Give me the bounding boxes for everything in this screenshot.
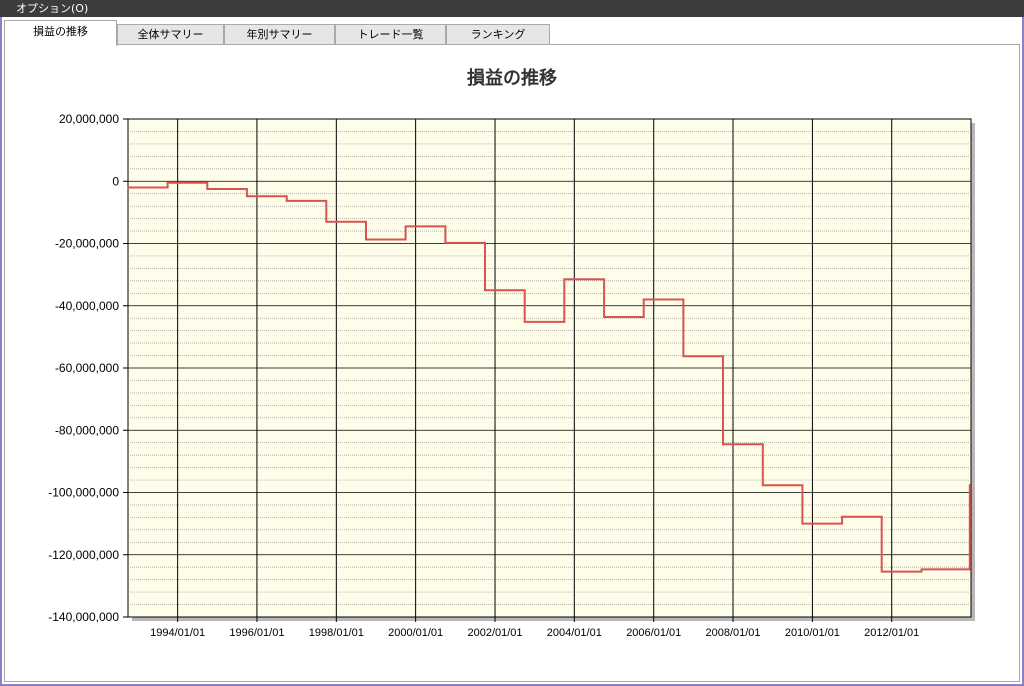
pl-point [246, 195, 248, 197]
pl-point [880, 570, 883, 573]
pl-point [325, 220, 328, 223]
pl-point [206, 188, 209, 190]
pl-point [166, 182, 169, 184]
y-tick-label: -140,000,000 [48, 610, 119, 624]
tab-pl-trend[interactable]: 損益の推移 [4, 20, 117, 46]
pl-point [682, 355, 685, 358]
y-tick-label: -120,000,000 [48, 548, 119, 562]
pl-point [563, 278, 566, 281]
x-tick-label: 2006/01/01 [626, 627, 681, 639]
pl-point [841, 516, 843, 518]
pl-trend-chart: 損益の推移 20,000,000 0 -20,000,000 -40,000,000 -… [48, 67, 975, 639]
pl-point [722, 443, 724, 446]
x-tick-label: 2012/01/01 [864, 627, 919, 639]
window-frame-left [0, 17, 2, 686]
x-tick-label: 1994/01/01 [150, 627, 205, 639]
y-tick-label: -80,000,000 [55, 423, 119, 437]
x-tick-label: 2000/01/01 [388, 627, 443, 639]
y-tick-label: -100,000,000 [48, 486, 119, 500]
pl-point [285, 200, 288, 202]
pl-point [523, 321, 526, 323]
x-tick-label: 1996/01/01 [229, 627, 284, 639]
y-tick-label: -20,000,000 [55, 237, 119, 251]
pl-point [920, 568, 923, 571]
x-tick-label: 2008/01/01 [705, 627, 760, 639]
pl-point [801, 522, 804, 525]
x-tick-label: 1998/01/01 [309, 627, 364, 639]
x-tick-label: 2010/01/01 [785, 627, 840, 639]
y-tick-label: -60,000,000 [55, 361, 119, 375]
pl-point [969, 483, 971, 486]
x-tick-label: 2002/01/01 [467, 627, 522, 639]
pl-point [127, 186, 129, 189]
pl-point [365, 238, 367, 241]
pl-point [642, 298, 645, 301]
y-tick-label: -40,000,000 [55, 299, 119, 313]
pl-point [404, 225, 407, 228]
pl-point [444, 242, 447, 244]
pl-point [484, 289, 486, 292]
y-tick-label: 0 [112, 174, 119, 188]
pl-point [762, 484, 764, 487]
x-tick-label: 2004/01/01 [547, 627, 602, 639]
pl-point [603, 316, 605, 318]
chart-title: 損益の推移 [467, 67, 557, 89]
y-tick-label: 20,000,000 [59, 112, 119, 126]
